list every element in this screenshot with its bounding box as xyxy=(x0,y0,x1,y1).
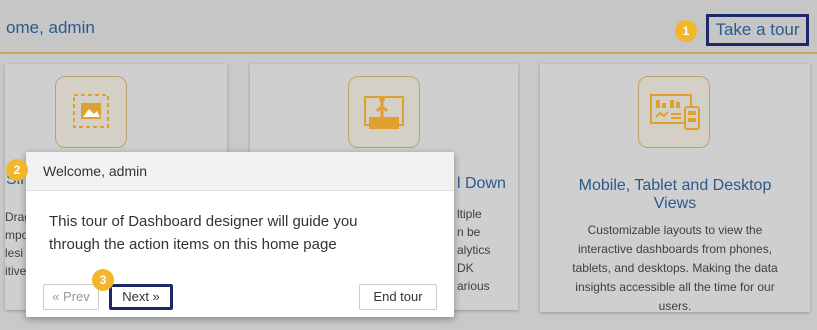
step-badge-3: 3 xyxy=(92,269,114,291)
card-title-fragment: l Down xyxy=(457,175,506,192)
step-badge-1: 1 xyxy=(675,20,697,42)
feature-card-mobile-tablet-desktop: Mobile, Tablet and Desktop Views Customi… xyxy=(540,64,810,312)
card-text-fragment: arious xyxy=(457,279,490,293)
step-badge-2: 2 xyxy=(6,159,28,181)
image-widget-icon xyxy=(55,76,127,148)
tour-popup-title: Welcome, admin xyxy=(43,163,148,179)
card-text-fragment: alytics xyxy=(457,243,491,257)
prev-button[interactable]: « Prev xyxy=(43,284,99,310)
tour-popup-body: This tour of Dashboard designer will gui… xyxy=(49,213,358,253)
tour-popup-header: Welcome, admin xyxy=(26,152,454,191)
end-tour-button[interactable]: End tour xyxy=(359,284,437,310)
next-button[interactable]: Next » xyxy=(109,284,173,310)
top-bar: ome, admin 1 Take a tour xyxy=(0,0,817,54)
card-text-fragment: itive xyxy=(5,264,27,278)
card-text-fragment: ltiple xyxy=(457,207,482,221)
card-text-fragment: n be xyxy=(457,225,481,239)
touch-screen-icon xyxy=(348,76,420,148)
tour-popup: Welcome, admin This tour of Dashboard de… xyxy=(26,152,454,317)
card-text-fragment: mpo xyxy=(5,228,29,242)
devices-dashboard-icon xyxy=(638,76,710,148)
card-text-fragment: DK xyxy=(457,261,474,275)
card-text-fragment: lesi xyxy=(5,246,24,260)
card-description: Customizable layouts to view the interac… xyxy=(572,223,778,312)
page-title: ome, admin xyxy=(6,18,95,37)
take-a-tour-button[interactable]: Take a tour xyxy=(706,14,809,46)
card-title: Mobile, Tablet and Desktop Views xyxy=(578,177,772,212)
